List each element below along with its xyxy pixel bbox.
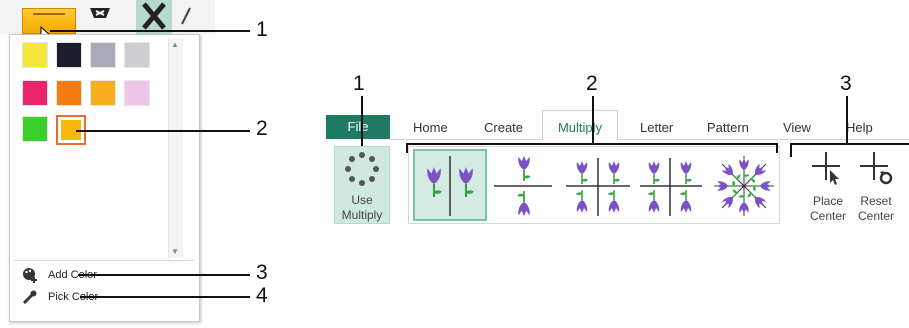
callout-bracket-end <box>776 143 778 153</box>
callout-number: 2 <box>586 72 598 95</box>
callout-line <box>50 30 250 32</box>
pattern-radial-icon[interactable] <box>714 156 774 216</box>
callout-number: 3 <box>256 261 268 284</box>
callout-line <box>76 130 250 132</box>
tab-letter[interactable]: Letter <box>640 118 673 138</box>
menu-divider <box>14 260 194 261</box>
color-swatch-grid <box>22 42 162 145</box>
ribbon-divider <box>390 139 909 140</box>
pen-icon[interactable] <box>178 4 194 28</box>
tab-file[interactable]: File <box>326 115 390 139</box>
pattern-mirror-vertical-icon[interactable] <box>426 156 475 216</box>
color-swatch[interactable] <box>22 80 48 106</box>
color-swatch[interactable] <box>124 80 150 106</box>
tab-view[interactable]: View <box>783 118 811 138</box>
pattern-quad-rotate-icon[interactable] <box>640 158 702 216</box>
use-multiply-label-line1: Use <box>351 193 373 207</box>
palette-scrollbar[interactable]: ▲ ▼ <box>168 38 183 258</box>
tab-home[interactable]: Home <box>413 118 448 138</box>
callout-number: 1 <box>353 72 365 95</box>
callout-line <box>361 96 363 146</box>
callout-line <box>846 96 848 144</box>
place-center-label[interactable]: Place Center <box>805 194 851 224</box>
color-swatch[interactable] <box>124 42 150 68</box>
color-swatch[interactable] <box>90 42 116 68</box>
tab-pattern[interactable]: Pattern <box>707 118 749 138</box>
reset-center-icon[interactable] <box>858 150 896 186</box>
callout-bracket <box>406 143 778 145</box>
callout-bracket <box>790 143 909 145</box>
callout-line <box>80 296 250 298</box>
tool-button-active[interactable] <box>136 0 172 34</box>
palette-plus-icon <box>23 268 37 283</box>
eraser-icon[interactable] <box>86 2 116 26</box>
tab-create[interactable]: Create <box>484 118 523 138</box>
color-swatch[interactable] <box>56 80 82 106</box>
scroll-down-icon[interactable]: ▼ <box>171 247 179 256</box>
scroll-up-icon[interactable]: ▲ <box>171 40 179 49</box>
callout-bracket-end <box>790 143 792 157</box>
callout-number: 2 <box>256 117 268 140</box>
tab-help[interactable]: Help <box>846 118 873 138</box>
tab-multiply[interactable]: Multiply <box>542 118 618 138</box>
color-swatch[interactable] <box>22 116 48 142</box>
color-swatch[interactable] <box>56 42 82 68</box>
callout-number: 1 <box>256 18 268 41</box>
place-center-label-line1: Place <box>812 194 844 208</box>
place-center-label-line2: Center <box>809 209 847 223</box>
reset-center-label[interactable]: Reset Center <box>853 194 899 224</box>
color-swatch[interactable] <box>90 80 116 106</box>
callout-line <box>78 274 250 276</box>
place-center-icon[interactable] <box>810 150 846 186</box>
callout-number: 4 <box>256 284 268 307</box>
use-multiply-label-line2: Multiply <box>341 208 383 222</box>
multiply-pattern-thumbnails <box>426 154 774 218</box>
callout-bracket-end <box>406 143 408 153</box>
callout-line <box>592 96 594 144</box>
pattern-mirror-horizontal-icon[interactable] <box>494 154 552 218</box>
color-swatch[interactable] <box>22 42 48 68</box>
circle-dots-icon <box>345 152 379 186</box>
eyedropper-icon <box>22 290 37 305</box>
stitch-tool-icon <box>142 2 166 30</box>
use-multiply-label: Use Multiply <box>334 193 390 223</box>
pattern-quad-mirror-icon[interactable] <box>566 158 630 216</box>
reset-center-label-line2: Center <box>857 209 895 223</box>
callout-number: 3 <box>840 72 852 95</box>
reset-center-label-line1: Reset <box>860 194 892 208</box>
